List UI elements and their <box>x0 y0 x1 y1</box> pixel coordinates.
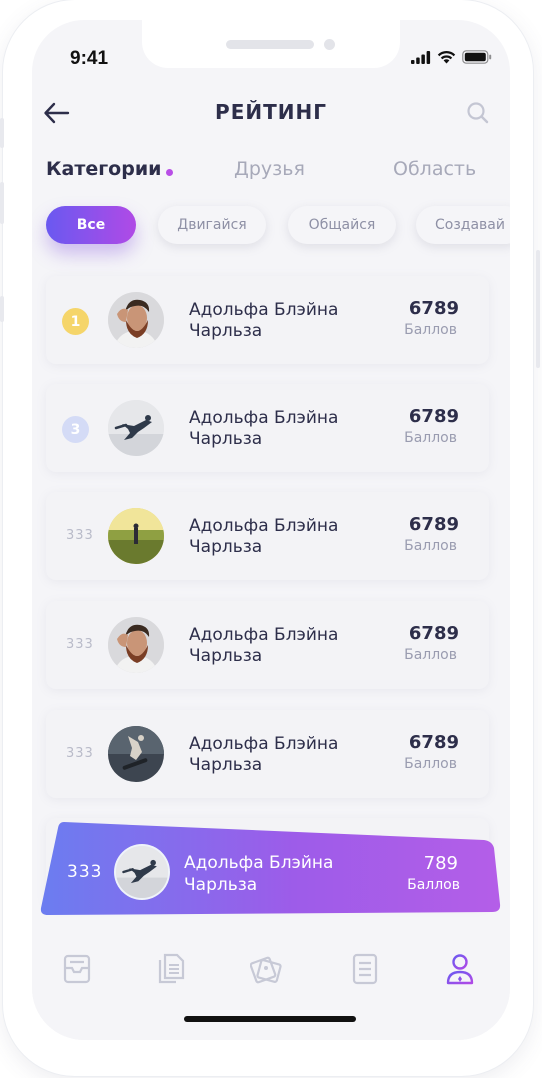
chip-communicate[interactable]: Общайся <box>288 206 396 244</box>
score-value: 6789 <box>408 623 459 644</box>
jumping-person-photo <box>108 400 164 456</box>
user-name: Адольфа Блэйна Чарльза <box>189 625 379 667</box>
user-name-line: Адольфа Блэйна <box>189 734 339 754</box>
current-user-score: 789 <box>423 853 458 874</box>
rank-number: 333 <box>66 528 94 543</box>
page-title: РЕЙТИНГ <box>215 100 327 124</box>
bearded-man-photo <box>108 292 164 348</box>
search-button[interactable] <box>466 101 490 125</box>
score-value: 6789 <box>408 298 459 319</box>
tab-region[interactable]: Область <box>393 158 476 180</box>
tab-friends[interactable]: Друзья <box>234 158 305 180</box>
current-user-rank: 333 <box>67 862 103 882</box>
search-icon <box>467 102 489 124</box>
current-user-avatar <box>114 844 170 900</box>
header: РЕЙТИНГ <box>32 88 510 138</box>
user-name-line: Адольфа Блэйна <box>189 516 339 536</box>
score-label: Баллов <box>404 538 457 554</box>
tab-categories[interactable]: Категории <box>46 158 161 180</box>
score-value: 6789 <box>408 514 459 535</box>
current-user-score-label: Баллов <box>407 877 460 893</box>
list-icon <box>352 953 378 985</box>
score-label: Баллов <box>404 756 457 772</box>
nav-inbox[interactable] <box>62 952 92 986</box>
user-name-line: Чарльза <box>189 755 263 775</box>
nav-list[interactable] <box>350 952 380 986</box>
rank-badge-gold: 1 <box>62 308 89 335</box>
user-name-line: Адольфа Блэйна <box>189 625 339 645</box>
avatar <box>108 726 164 782</box>
avatar <box>108 508 164 564</box>
profile-icon <box>446 954 474 985</box>
user-name-line: Чарльза <box>189 646 263 666</box>
rating-row[interactable]: 333 Адольфа Блэйна Чарльза 6789 Баллов <box>46 601 489 689</box>
rank-number: 333 <box>66 637 94 652</box>
side-button <box>536 250 540 368</box>
avatar <box>108 292 164 348</box>
jumping-person-photo <box>116 846 168 898</box>
score-label: Баллов <box>404 322 457 338</box>
score-label: Баллов <box>404 430 457 446</box>
user-name: Адольфа Блэйна Чарльза <box>189 408 379 450</box>
documents-icon <box>158 953 185 984</box>
user-name-line: Чарльза <box>184 875 258 895</box>
user-name: Адольфа Блэйна Чарльза <box>189 516 379 558</box>
wifi-icon <box>437 50 456 64</box>
avatar <box>108 400 164 456</box>
inbox-icon <box>63 954 91 984</box>
nav-documents[interactable] <box>156 952 186 986</box>
status-time: 9:41 <box>70 48 109 69</box>
user-name-line: Чарльза <box>189 321 263 341</box>
score-value: 6789 <box>408 406 459 427</box>
device-notch <box>142 20 400 68</box>
score-value: 6789 <box>408 732 459 753</box>
side-button <box>0 118 4 148</box>
user-name-line: Чарльза <box>189 429 263 449</box>
avatar <box>108 617 164 673</box>
side-button <box>0 182 4 224</box>
nav-profile[interactable] <box>444 952 474 986</box>
skater-jump-photo <box>108 726 164 782</box>
rating-row[interactable]: 333 Адольфа Блэйна Чарльза 6789 Баллов <box>46 710 489 798</box>
current-user-row[interactable]: 333 Адольфа Блэйна Чарльза 789 Баллов <box>40 820 502 916</box>
user-name-line: Адольфа Блэйна <box>189 408 339 428</box>
battery-icon <box>462 50 492 64</box>
chip-all[interactable]: Все <box>46 206 136 244</box>
user-name-line: Адольфа Блэйна <box>184 853 334 873</box>
current-user-name: Адольфа Блэйна Чарльза <box>184 852 333 896</box>
category-tabs: Категории Друзья Область <box>46 158 510 188</box>
user-name: Адольфа Блэйна Чарльза <box>189 734 379 776</box>
photos-icon <box>249 956 282 984</box>
score-label: Баллов <box>404 647 457 663</box>
rank-badge-silver: 3 <box>62 416 89 443</box>
home-indicator[interactable] <box>184 1016 356 1022</box>
user-name-line: Чарльза <box>189 537 263 557</box>
user-name-line: Адольфа Блэйна <box>189 300 339 320</box>
app-screen: 9:41 РЕЙТИНГ Категории Друзья Область Вс… <box>32 20 510 1040</box>
user-name: Адольфа Блэйна Чарльза <box>189 300 379 342</box>
speaker-grille <box>226 40 314 49</box>
cellular-signal-icon <box>411 50 431 64</box>
side-button <box>0 296 4 322</box>
active-tab-dot <box>166 169 173 176</box>
rating-row[interactable]: 3 Адольфа Блэйна Чарльза 6789 Баллов <box>46 384 489 472</box>
front-camera <box>324 39 335 50</box>
bearded-man-photo <box>108 617 164 673</box>
rating-row[interactable]: 1 Адольфа Блэйна Чарльза 6789 Баллов <box>46 276 489 364</box>
rank-number: 333 <box>66 746 94 761</box>
field-sunset-photo <box>108 508 164 564</box>
chip-create[interactable]: Создавай <box>416 206 510 244</box>
filter-chips: Все Двигайся Общайся Создавай <box>46 204 510 264</box>
status-icons <box>411 50 492 64</box>
chip-move[interactable]: Двигайся <box>158 206 266 244</box>
nav-photos[interactable] <box>249 952 282 986</box>
bottom-nav <box>32 938 510 1040</box>
rating-row[interactable]: 333 Адольфа Блэйна Чарльза 6789 Баллов <box>46 492 489 580</box>
